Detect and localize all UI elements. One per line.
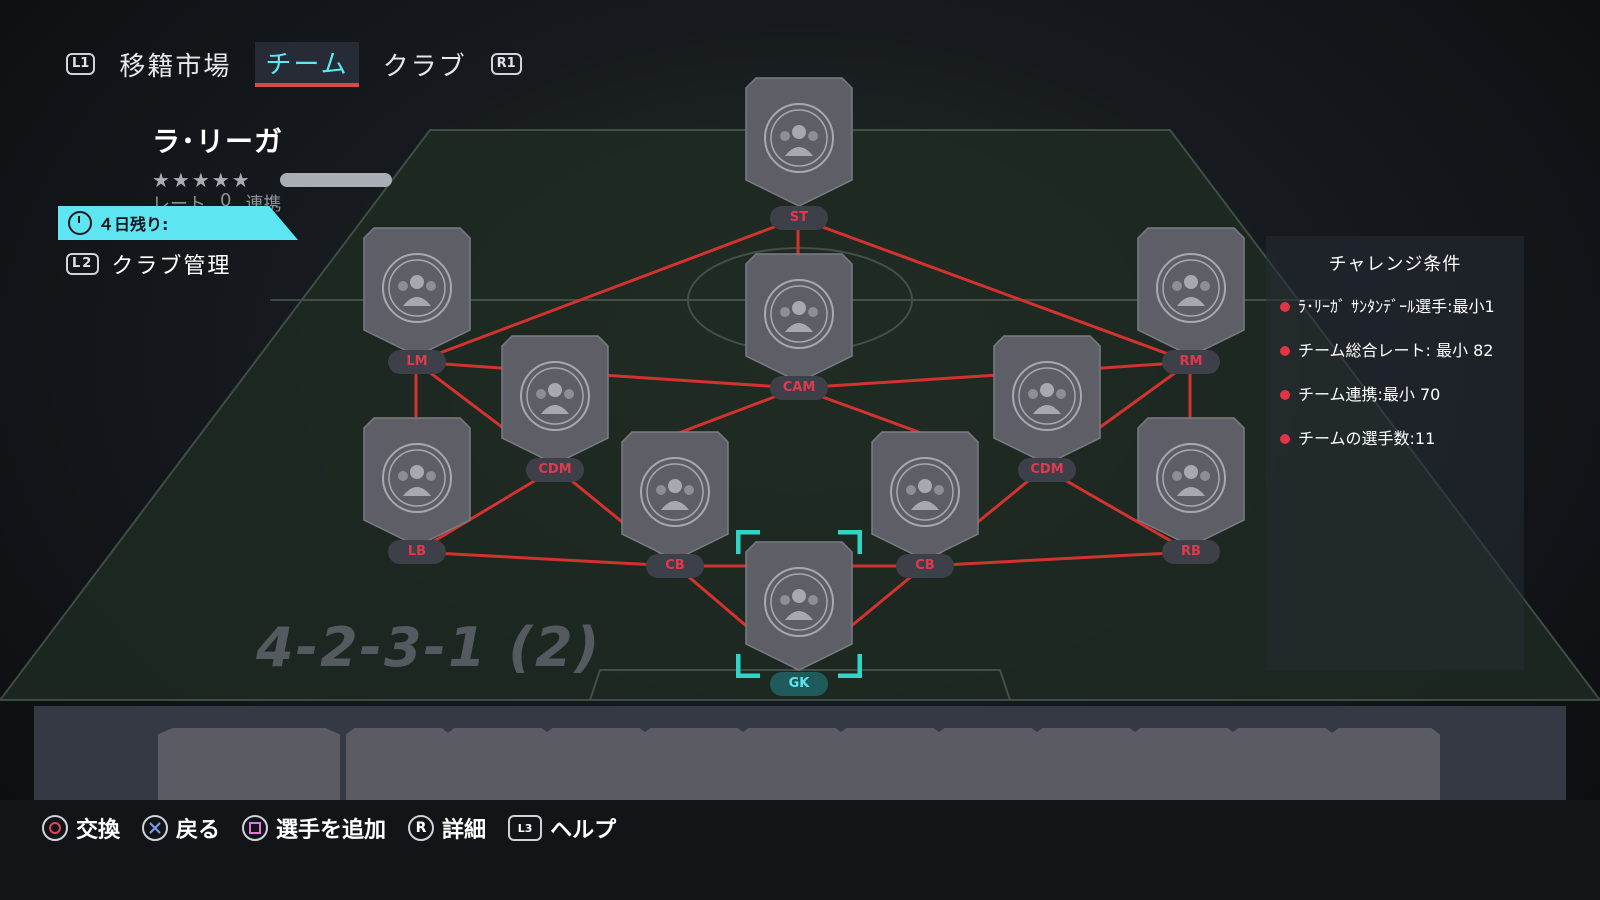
club-management-label: クラブ管理 <box>111 254 232 279</box>
tab-transfer-market[interactable]: 移籍市場 <box>109 44 241 85</box>
empty-player-icon <box>745 253 853 383</box>
bench-card-slot[interactable] <box>158 728 340 808</box>
position-label-cb: CB <box>896 554 954 578</box>
empty-player-icon <box>363 227 471 357</box>
l1-button[interactable]: L1 <box>66 53 96 75</box>
requirement-item: チーム連携:最小 70 <box>1266 382 1520 408</box>
button-prompts: 交換 戻る 選手を追加 R 詳細 L3 ヘルプ <box>42 812 616 844</box>
empty-player-icon <box>501 335 609 465</box>
requirement-item: チーム総合レート: 最小 82 <box>1266 338 1520 364</box>
squad-info: ラ･リーガ ★★★★★ レート 0 連携 <box>152 120 392 216</box>
prompt-back[interactable]: 戻る <box>142 812 220 844</box>
requirement-item: ﾗ･ﾘｰｶﾞ ｻﾝﾀﾝﾃﾞｰﾙ選手:最小1 <box>1266 294 1520 320</box>
player-card-cb-right[interactable]: CB <box>870 430 980 578</box>
circle-button-icon <box>42 815 68 841</box>
bench-card-slot[interactable] <box>544 728 648 808</box>
prompt-details[interactable]: R 詳細 <box>408 812 486 844</box>
player-card-cam[interactable]: CAM <box>744 252 854 400</box>
player-card-rm[interactable]: RM <box>1136 226 1246 374</box>
bench-card-slot[interactable] <box>838 728 942 808</box>
empty-player-icon <box>1137 227 1245 357</box>
player-card-rb[interactable]: RB <box>1136 416 1246 564</box>
prompt-help-label: ヘルプ <box>550 818 617 843</box>
chemistry-bar <box>279 173 392 187</box>
bench-card-slot[interactable] <box>446 728 550 808</box>
position-label-st: ST <box>770 206 828 230</box>
prompt-add-player[interactable]: 選手を追加 <box>242 812 386 844</box>
club-management[interactable]: L2 クラブ管理 <box>66 248 231 280</box>
tab-squad[interactable]: チーム <box>255 41 359 87</box>
position-label-rb: RB <box>1162 540 1220 564</box>
empty-player-icon <box>745 77 853 207</box>
bench-card-slot[interactable] <box>1230 728 1334 808</box>
empty-player-icon <box>993 335 1101 465</box>
challenge-requirements-panel: チャレンジ条件 ﾗ･ﾘｰｶﾞ ｻﾝﾀﾝﾃﾞｰﾙ選手:最小1 チーム総合レート: … <box>1266 236 1524 670</box>
prompt-swap[interactable]: 交換 <box>42 812 120 844</box>
empty-player-icon <box>363 417 471 547</box>
position-label-lm: LM <box>388 350 446 374</box>
time-remaining-label: ４日残り: <box>98 215 169 234</box>
empty-player-icon <box>621 431 729 561</box>
player-card-lb[interactable]: LB <box>362 416 472 564</box>
position-label-lb: LB <box>388 540 446 564</box>
bench-card-slot[interactable] <box>346 728 450 808</box>
selection-brackets <box>736 530 862 678</box>
player-card-cdm-left[interactable]: CDM <box>500 334 610 482</box>
stopwatch-icon <box>68 211 92 235</box>
position-label-cdm: CDM <box>526 458 584 482</box>
square-button-icon <box>242 815 269 841</box>
tab-club[interactable]: クラブ <box>373 44 477 85</box>
bench-card-slot[interactable] <box>1132 728 1236 808</box>
prompt-details-label: 詳細 <box>442 818 487 843</box>
star-rating: ★★★★★ <box>152 168 252 192</box>
empty-player-icon <box>871 431 979 561</box>
player-card-lm[interactable]: LM <box>362 226 472 374</box>
r1-button[interactable]: R1 <box>490 53 522 75</box>
time-remaining-banner: ４日残り: <box>58 206 298 240</box>
requirement-item: チームの選手数:11 <box>1266 426 1520 452</box>
l3-stick-icon: L3 <box>508 815 543 841</box>
bench-card-slot[interactable] <box>936 728 1040 808</box>
bench-card-slot[interactable] <box>1330 728 1440 808</box>
empty-player-icon <box>1137 417 1245 547</box>
formation-label: 4-2-3-1 (2) <box>256 616 602 679</box>
player-card-cdm-right[interactable]: CDM <box>992 334 1102 482</box>
bench-card-slot[interactable] <box>740 728 844 808</box>
player-card-cb-left[interactable]: CB <box>620 430 730 578</box>
prompt-add-player-label: 選手を追加 <box>276 818 387 843</box>
top-tabs: L1 移籍市場 チーム クラブ R1 <box>66 41 522 87</box>
squad-name: ラ･リーガ <box>152 125 284 158</box>
squad-stars: ★★★★★ <box>152 168 392 192</box>
prompt-back-label: 戻る <box>176 818 221 843</box>
prompt-help[interactable]: L3 ヘルプ <box>508 812 616 844</box>
challenge-title: チャレンジ条件 <box>1328 254 1462 275</box>
l2-button[interactable]: L2 <box>66 253 100 275</box>
prompt-swap-label: 交換 <box>76 818 121 843</box>
cross-button-icon <box>142 815 169 841</box>
position-label-cdm: CDM <box>1018 458 1076 482</box>
player-card-st[interactable]: ST <box>744 76 854 230</box>
position-label-cam: CAM <box>770 376 828 400</box>
position-label-rm: RM <box>1162 350 1220 374</box>
bench-card-slot[interactable] <box>642 728 746 808</box>
position-label-cb: CB <box>646 554 704 578</box>
right-stick-icon: R <box>408 815 435 841</box>
bench-card-slot[interactable] <box>1034 728 1138 808</box>
